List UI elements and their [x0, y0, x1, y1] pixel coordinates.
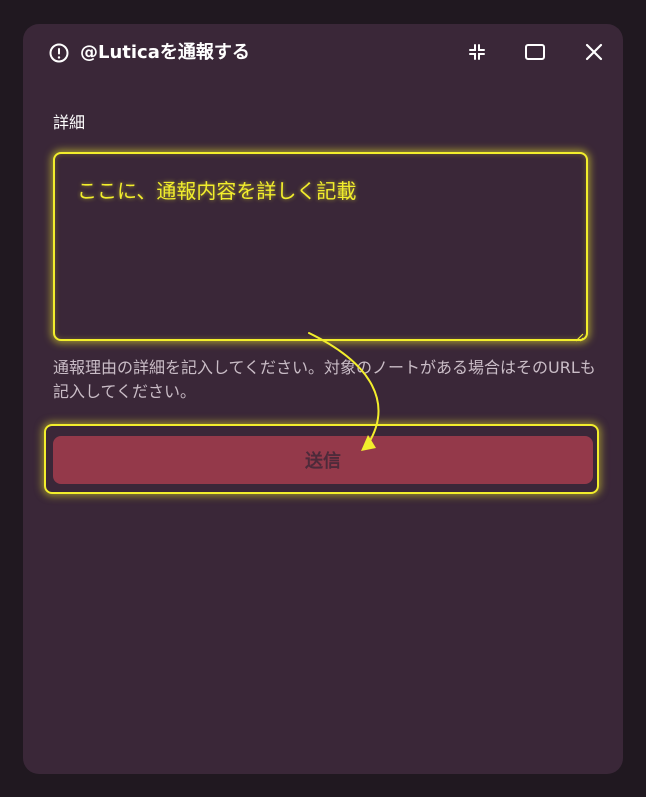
maximize-icon — [524, 43, 546, 65]
detail-textarea[interactable]: ここに、通報内容を詳しく記載 — [77, 176, 567, 316]
submit-label: 送信 — [305, 451, 341, 472]
close-icon — [585, 43, 603, 65]
detail-caption: 通報理由の詳細を記入してください。対象のノートがある場合はそのURLも記入してく… — [53, 358, 596, 401]
maximize-button[interactable] — [521, 40, 549, 68]
shrink-icon — [468, 43, 486, 65]
report-dialog: @Luticaを通報する 詳細 ここに、通報内容を詳しく記載 通報理由の詳細を記… — [23, 24, 623, 774]
submit-button[interactable]: 送信 — [53, 436, 593, 484]
dialog-header: @Luticaを通報する — [23, 24, 623, 82]
shrink-button[interactable] — [463, 40, 491, 68]
close-button[interactable] — [580, 40, 608, 68]
resize-handle-icon[interactable] — [574, 327, 584, 342]
exclamation-circle-icon — [48, 42, 70, 64]
detail-textarea-container: ここに、通報内容を詳しく記載 — [53, 152, 588, 342]
detail-label: 詳細 — [53, 113, 86, 132]
dialog-title: @Luticaを通報する — [80, 42, 250, 63]
